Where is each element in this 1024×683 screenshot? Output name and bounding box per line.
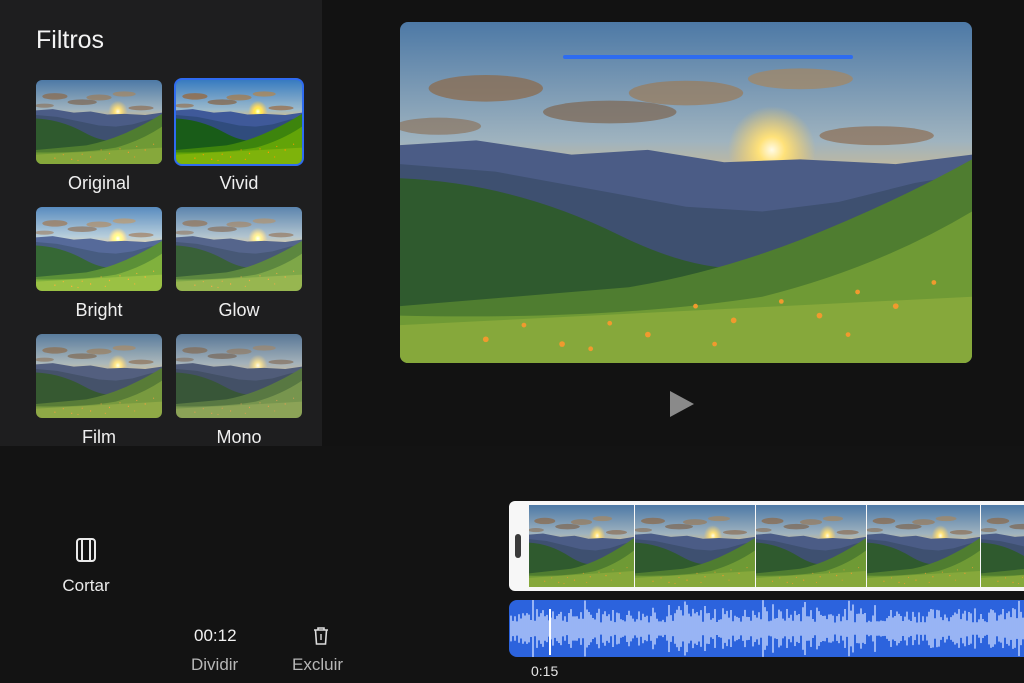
filter-thumbnail[interactable] bbox=[36, 207, 162, 291]
video-frame bbox=[529, 505, 634, 587]
filter-thumbnail[interactable] bbox=[36, 334, 162, 418]
filter-glow[interactable]: Glow bbox=[176, 207, 302, 320]
playhead-time: 0:15 bbox=[531, 663, 559, 679]
filter-thumbnail[interactable] bbox=[176, 334, 302, 418]
clip-time: 00:12 bbox=[194, 626, 237, 645]
progress-bar bbox=[563, 55, 853, 59]
video-frame bbox=[867, 505, 980, 587]
playhead[interactable] bbox=[549, 609, 551, 655]
crop-label: Cortar bbox=[62, 576, 110, 595]
filter-film[interactable]: Film bbox=[36, 334, 162, 447]
filter-label: Glow bbox=[218, 300, 260, 320]
filter-label: Original bbox=[67, 173, 131, 193]
play-icon bbox=[670, 391, 694, 417]
crop-button[interactable]: Cortar bbox=[56, 535, 116, 596]
video-frame bbox=[981, 505, 1024, 587]
video-preview[interactable] bbox=[400, 22, 972, 363]
filter-vivid[interactable]: Vivid bbox=[174, 78, 304, 193]
audio-track[interactable] bbox=[509, 600, 1024, 657]
trash-icon bbox=[314, 627, 328, 645]
filter-bright[interactable]: Bright bbox=[36, 207, 162, 320]
filter-label: Bright bbox=[75, 300, 123, 320]
crop-icon bbox=[76, 538, 96, 562]
filter-label: Film bbox=[82, 427, 116, 447]
filter-label: Mono bbox=[216, 427, 262, 447]
filter-thumbnail[interactable] bbox=[176, 207, 302, 291]
filter-mono[interactable]: Mono bbox=[176, 334, 302, 447]
filter-original[interactable]: Original bbox=[36, 80, 162, 193]
filter-thumbnail[interactable] bbox=[36, 80, 162, 164]
audio-waveform bbox=[510, 600, 1024, 657]
video-frame bbox=[635, 505, 755, 587]
split-button[interactable]: Dividir bbox=[191, 655, 238, 675]
play-button[interactable] bbox=[668, 389, 696, 419]
trim-handle[interactable] bbox=[515, 534, 521, 558]
filters-title: Filtros bbox=[36, 26, 105, 54]
filter-label: Vivid bbox=[219, 173, 259, 193]
filter-thumbnail[interactable] bbox=[174, 78, 304, 166]
video-frame bbox=[756, 505, 866, 587]
delete-button[interactable] bbox=[312, 626, 330, 651]
delete-label[interactable]: Excluir bbox=[292, 655, 343, 675]
